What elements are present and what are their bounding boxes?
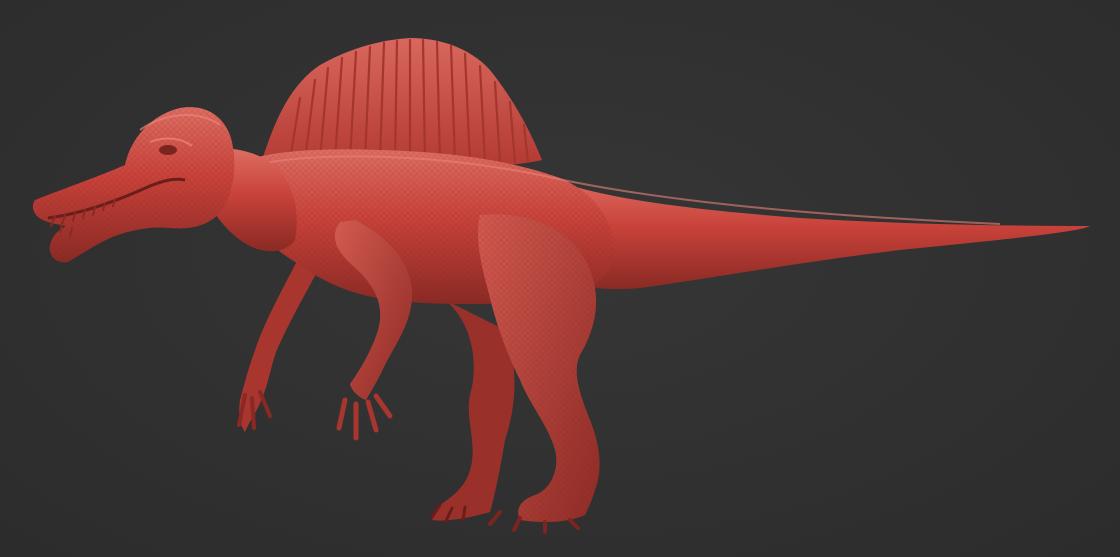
far-arm: [237, 255, 318, 432]
spinosaurus-model: [32, 38, 1090, 534]
3d-viewport[interactable]: [0, 0, 1120, 557]
eye: [159, 145, 177, 155]
tail: [530, 175, 1090, 290]
